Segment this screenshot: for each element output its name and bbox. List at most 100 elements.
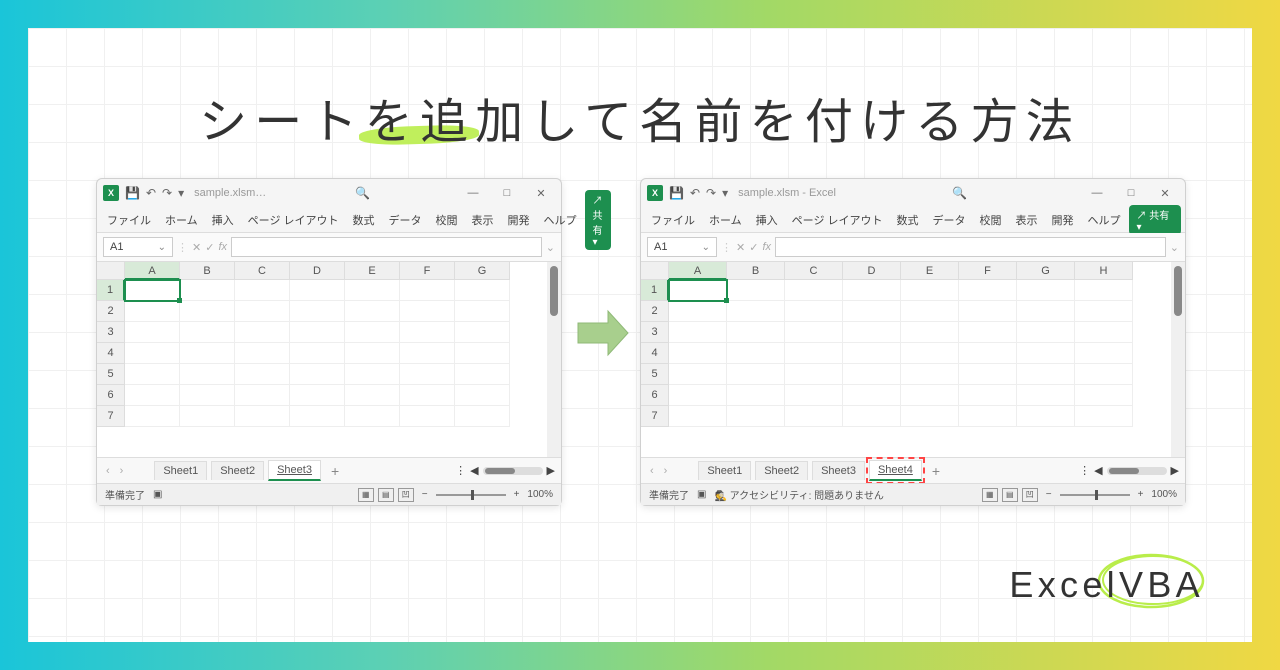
expand-icon[interactable]: ⌄ [1170, 241, 1179, 254]
cell[interactable] [727, 322, 785, 343]
record-macro-icon[interactable]: ▣ [697, 489, 706, 500]
search-icon[interactable]: 🔍 [952, 186, 967, 200]
page-layout-icon[interactable]: ▤ [1002, 488, 1018, 502]
cancel-icon[interactable]: ✕ [192, 241, 201, 254]
ribbon-tab[interactable]: ファイル [645, 210, 701, 230]
cell[interactable] [290, 406, 345, 427]
cell[interactable] [345, 343, 400, 364]
ribbon-tab[interactable]: 開発 [502, 210, 536, 230]
sheet-tab[interactable]: Sheet2 [211, 461, 264, 480]
sheet-options[interactable]: ⋮ [455, 464, 466, 477]
cell[interactable] [180, 301, 235, 322]
cell[interactable] [345, 385, 400, 406]
cell[interactable] [400, 343, 455, 364]
close-button[interactable]: ✕ [527, 187, 555, 200]
cell[interactable] [959, 385, 1017, 406]
row-header[interactable]: 4 [97, 343, 125, 364]
cell[interactable] [1075, 322, 1133, 343]
cell[interactable] [345, 364, 400, 385]
row-header[interactable]: 7 [641, 406, 669, 427]
column-header[interactable]: F [959, 262, 1017, 280]
cell[interactable] [901, 385, 959, 406]
ribbon-tab[interactable]: 挿入 [750, 210, 784, 230]
cell[interactable] [669, 406, 727, 427]
maximize-button[interactable]: □ [493, 187, 521, 199]
cell[interactable] [125, 322, 180, 343]
cell[interactable] [843, 385, 901, 406]
page-break-icon[interactable]: 凹 [398, 488, 414, 502]
cell[interactable] [290, 301, 345, 322]
zoom-slider[interactable] [1060, 494, 1130, 496]
ribbon-tab[interactable]: ホーム [159, 210, 204, 230]
cell[interactable] [290, 364, 345, 385]
row-header[interactable]: 3 [641, 322, 669, 343]
row-header[interactable]: 1 [97, 280, 125, 301]
cell[interactable] [959, 343, 1017, 364]
cell[interactable] [959, 406, 1017, 427]
column-header[interactable]: G [1017, 262, 1075, 280]
cell[interactable] [235, 406, 290, 427]
cell[interactable] [125, 406, 180, 427]
ribbon-tab[interactable]: データ [383, 210, 428, 230]
ribbon-tab[interactable]: ホーム [703, 210, 748, 230]
scroll-right-icon[interactable]: ▶ [1171, 464, 1179, 477]
cell[interactable] [1075, 280, 1133, 301]
cell[interactable] [843, 364, 901, 385]
cell[interactable] [180, 406, 235, 427]
cell[interactable] [1017, 322, 1075, 343]
vertical-scrollbar[interactable] [547, 262, 561, 457]
cell[interactable] [959, 322, 1017, 343]
row-header[interactable]: 4 [641, 343, 669, 364]
close-button[interactable]: ✕ [1151, 187, 1179, 200]
cell[interactable] [785, 280, 843, 301]
cell[interactable] [235, 385, 290, 406]
cell[interactable] [455, 343, 510, 364]
cell[interactable] [290, 385, 345, 406]
scroll-right-icon[interactable]: ▶ [547, 464, 555, 477]
cancel-icon[interactable]: ✕ [736, 241, 745, 254]
ribbon-tab[interactable]: 開発 [1046, 210, 1080, 230]
cell[interactable] [455, 406, 510, 427]
cell[interactable] [843, 343, 901, 364]
row-header[interactable]: 5 [97, 364, 125, 385]
cell[interactable] [1017, 364, 1075, 385]
horizontal-scrollbar[interactable] [483, 467, 543, 475]
cell[interactable] [959, 301, 1017, 322]
row-header[interactable]: 5 [641, 364, 669, 385]
zoom-in-icon[interactable]: + [514, 489, 520, 500]
ribbon-tab[interactable]: データ [927, 210, 972, 230]
column-header[interactable]: E [901, 262, 959, 280]
cell[interactable] [290, 322, 345, 343]
cell[interactable] [669, 343, 727, 364]
page-layout-icon[interactable]: ▤ [378, 488, 394, 502]
cell[interactable] [959, 280, 1017, 301]
cell[interactable] [1075, 385, 1133, 406]
sheet-nav-next[interactable]: › [117, 465, 127, 477]
cell[interactable] [180, 385, 235, 406]
save-icon[interactable]: 💾 [669, 186, 684, 200]
fx-icon[interactable]: fx [762, 241, 771, 253]
cell[interactable] [1075, 301, 1133, 322]
undo-icon[interactable]: ↶ [690, 186, 700, 200]
sheet-nav-prev[interactable]: ‹ [647, 465, 657, 477]
cell[interactable] [843, 322, 901, 343]
cell[interactable] [1075, 343, 1133, 364]
cell[interactable] [455, 385, 510, 406]
cell[interactable] [345, 301, 400, 322]
cell[interactable] [669, 280, 727, 301]
cell[interactable] [235, 364, 290, 385]
undo-icon[interactable]: ↶ [146, 186, 156, 200]
save-icon[interactable]: 💾 [125, 186, 140, 200]
row-header[interactable]: 6 [97, 385, 125, 406]
fx-icon[interactable]: fx [218, 241, 227, 253]
row-header[interactable]: 2 [641, 301, 669, 322]
sheet-options[interactable]: ⋮ [1079, 464, 1090, 477]
column-header[interactable]: D [843, 262, 901, 280]
zoom-level[interactable]: 100% [1151, 489, 1177, 500]
dropdown-icon[interactable]: ▾ [722, 186, 728, 200]
cell[interactable] [235, 280, 290, 301]
sheet-nav-next[interactable]: › [661, 465, 671, 477]
cell[interactable] [235, 322, 290, 343]
cell[interactable] [901, 364, 959, 385]
row-header[interactable]: 6 [641, 385, 669, 406]
